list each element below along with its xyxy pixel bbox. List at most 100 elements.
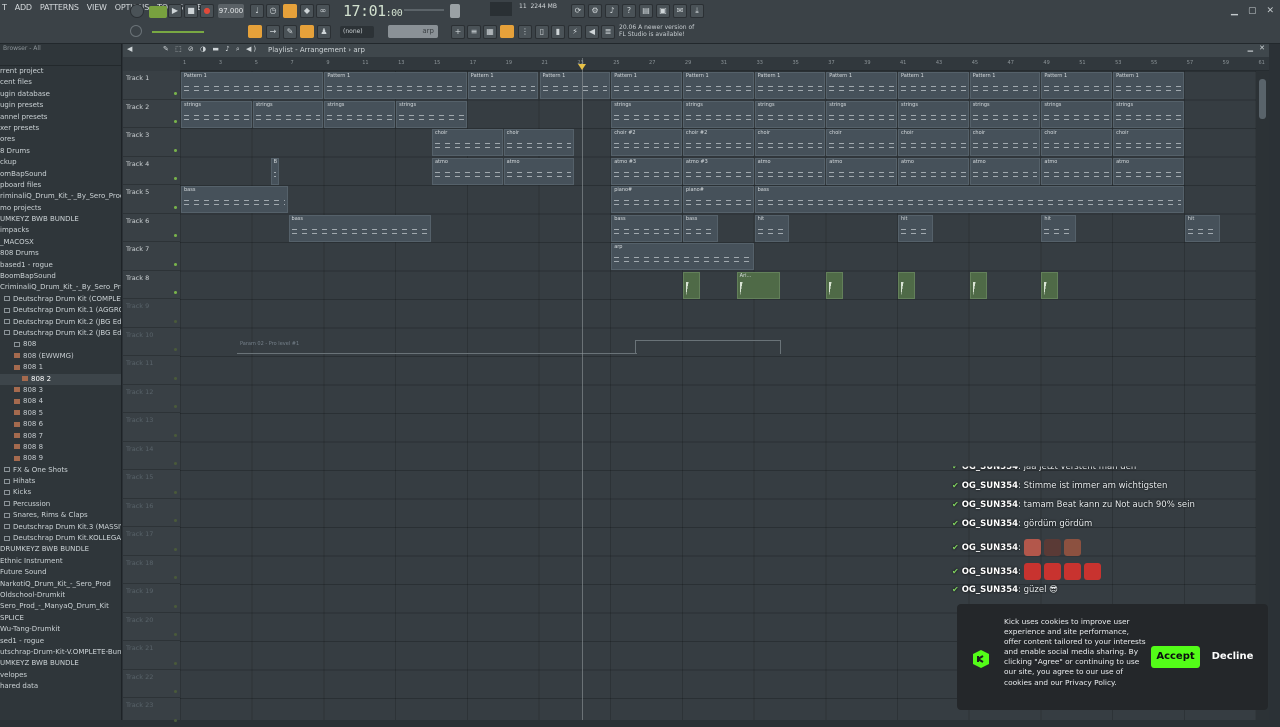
browser-item[interactable]: cent files xyxy=(0,77,121,88)
browser-item[interactable]: Deutschrap Drum Kit.1 (AGGRO Edition) xyxy=(0,305,121,316)
pattern-clip[interactable]: strings xyxy=(181,100,252,128)
browser-item[interactable]: sed1 - rogue xyxy=(0,636,121,647)
track-mute-led[interactable] xyxy=(174,718,177,722)
browser-item[interactable]: Snares, Rims & Claps xyxy=(0,510,121,521)
playlist-menu-icon[interactable]: ◀ xyxy=(127,45,132,53)
browser-item[interactable]: UMKEYZ BWB BUNDLE xyxy=(0,214,121,225)
browser-item[interactable]: hared data xyxy=(0,681,121,692)
piano-roll-icon[interactable]: ♪ xyxy=(605,4,619,18)
track-header[interactable]: Track 15 xyxy=(123,470,180,499)
browser-item[interactable]: NarkotiQ_Drum_Kit_-_Sero_Prod xyxy=(0,579,121,590)
track-header[interactable]: Track 5 xyxy=(123,185,180,214)
track-mute-led[interactable] xyxy=(174,490,177,494)
audio-clip[interactable] xyxy=(898,271,915,299)
track-mute-led[interactable] xyxy=(174,91,177,95)
browser-item[interactable]: 808 7 xyxy=(0,431,121,442)
pattern-clip[interactable]: choir xyxy=(1041,129,1113,156)
audio-clip[interactable] xyxy=(682,271,700,299)
track-header[interactable]: Track 12 xyxy=(123,385,180,413)
playlist-close-icon[interactable]: ✕ xyxy=(1259,44,1265,52)
audio-clip[interactable]: Ari... xyxy=(736,271,781,299)
track-header[interactable]: Track 19 xyxy=(123,584,180,613)
track-mute-led[interactable] xyxy=(174,148,177,152)
pattern-clip[interactable]: hit xyxy=(898,214,933,242)
browser-item[interactable]: ores xyxy=(0,134,121,145)
pattern-clip[interactable]: atmo #3 xyxy=(682,157,754,185)
browser-item[interactable]: 808 9 xyxy=(0,453,121,464)
browser-item[interactable]: riminaliQ_Drum_Kit_-_By_Sero_Prod xyxy=(0,191,121,202)
pattern-clip[interactable]: Pattern 1 xyxy=(1113,72,1184,99)
pattern-clip[interactable]: choir xyxy=(503,129,575,156)
browser-item[interactable]: Wu-Tang-Drumkit xyxy=(0,624,121,635)
browser-item[interactable]: ugin database xyxy=(0,89,121,100)
pattern-clip[interactable]: atmo xyxy=(503,157,575,185)
browser-item[interactable]: pboard files xyxy=(0,180,121,191)
track-mute-led[interactable] xyxy=(174,205,177,209)
browser-item[interactable]: xer presets xyxy=(0,123,121,134)
track-header[interactable]: Track 11 xyxy=(123,356,180,385)
accept-button[interactable]: Accept xyxy=(1151,646,1200,668)
pattern-clip[interactable]: atmo xyxy=(898,157,969,185)
pattern-clip[interactable]: atmo xyxy=(969,157,1041,185)
track-mute-led[interactable] xyxy=(174,547,177,551)
pattern-clip[interactable]: Pattern 1 xyxy=(1041,72,1113,99)
pattern-mode-icon[interactable] xyxy=(248,25,262,38)
track-mute-led[interactable] xyxy=(174,291,177,294)
pattern-clip[interactable]: Pattern 1 xyxy=(754,72,826,99)
pattern-clip[interactable]: strings xyxy=(396,100,467,128)
file-icon[interactable]: ▯ xyxy=(535,25,549,39)
speaker-icon[interactable]: ◀ xyxy=(585,25,599,39)
browser-item[interactable]: FX & One Shots xyxy=(0,465,121,476)
browser-item[interactable]: Ethnic Instrument xyxy=(0,556,121,567)
track-header[interactable]: Track 7 xyxy=(123,242,180,271)
pattern-clip[interactable]: strings xyxy=(252,100,324,128)
pattern-clip[interactable]: piano# xyxy=(611,186,682,213)
pattern-clip[interactable]: bass xyxy=(611,214,682,242)
track-mute-led[interactable] xyxy=(174,519,177,522)
browser-item[interactable]: Future Sound xyxy=(0,567,121,578)
pattern-clip[interactable]: Pattern 1 xyxy=(324,72,467,99)
tempo-slider[interactable] xyxy=(152,31,204,33)
browser-item[interactable]: annel presets xyxy=(0,112,121,123)
pattern-clip[interactable]: strings xyxy=(611,100,682,128)
pattern-clip[interactable]: Pattern 1 xyxy=(467,72,539,99)
browser-item[interactable]: omBapSound xyxy=(0,169,121,180)
track-mute-led[interactable] xyxy=(174,262,177,266)
pattern-clip[interactable]: choir xyxy=(431,129,503,156)
automation-clip[interactable]: Param 02 - Pro level #1 xyxy=(237,340,1097,355)
decline-button[interactable]: Decline xyxy=(1207,646,1258,668)
pattern-clip[interactable]: choir xyxy=(898,129,969,156)
chat-icon[interactable]: ✉ xyxy=(673,4,687,18)
browser-item[interactable]: DRUMKEYZ BWB BUNDLE xyxy=(0,544,121,555)
loop-record-icon[interactable]: ∞ xyxy=(316,4,330,18)
timeline-ruler[interactable]: 1 3 5 7 9 11 13 15 17 19 21 23 25 27 29 31 33 35 37 39 41 43 4… xyxy=(180,57,1269,71)
pattern-clip[interactable]: Pattern 1 xyxy=(611,72,682,99)
track-header[interactable]: Track 16 xyxy=(123,499,180,527)
master-volume-slider[interactable] xyxy=(404,9,444,11)
pattern-clip[interactable]: choir xyxy=(826,129,897,156)
pattern-clip[interactable]: arp xyxy=(611,243,754,270)
browser-item[interactable]: 808 4 xyxy=(0,396,121,407)
menu-item-patterns[interactable]: PATTERNS xyxy=(38,2,81,18)
pencil-icon[interactable]: ✎ xyxy=(283,25,297,39)
pattern-clip[interactable]: piano# xyxy=(682,186,754,213)
pattern-clip[interactable]: Pattern 1 xyxy=(826,72,897,99)
track-mute-led[interactable] xyxy=(174,234,177,237)
browser-item[interactable]: _MACOSX xyxy=(0,237,121,248)
pattern-clip[interactable]: choir #2 xyxy=(682,129,754,156)
pattern-clip[interactable]: Pattern 1 xyxy=(682,72,754,99)
browser-item[interactable]: impacks xyxy=(0,225,121,236)
browser-item[interactable]: Deutschrap Drum Kit.2 (JBG Edition) xyxy=(0,328,121,339)
playlist-knob[interactable] xyxy=(130,25,142,37)
browser-item[interactable]: Deutschrap Drum Kit (COMPLETE Bundle) xyxy=(0,294,121,305)
pattern-clip[interactable]: choir xyxy=(969,129,1041,156)
browser-item[interactable]: 808 2 xyxy=(0,373,121,385)
track-mute-led[interactable] xyxy=(174,348,177,351)
pattern-clip[interactable]: strings xyxy=(969,100,1041,128)
browser-item[interactable]: 808 5 xyxy=(0,408,121,419)
channel-rack-icon[interactable]: ≡ xyxy=(467,25,481,39)
pattern-clip[interactable]: hit xyxy=(1041,214,1077,242)
pattern-clip[interactable]: strings xyxy=(682,100,754,128)
pattern-clip[interactable]: atmo xyxy=(431,157,503,185)
menu-icon[interactable]: ≣ xyxy=(601,25,615,39)
